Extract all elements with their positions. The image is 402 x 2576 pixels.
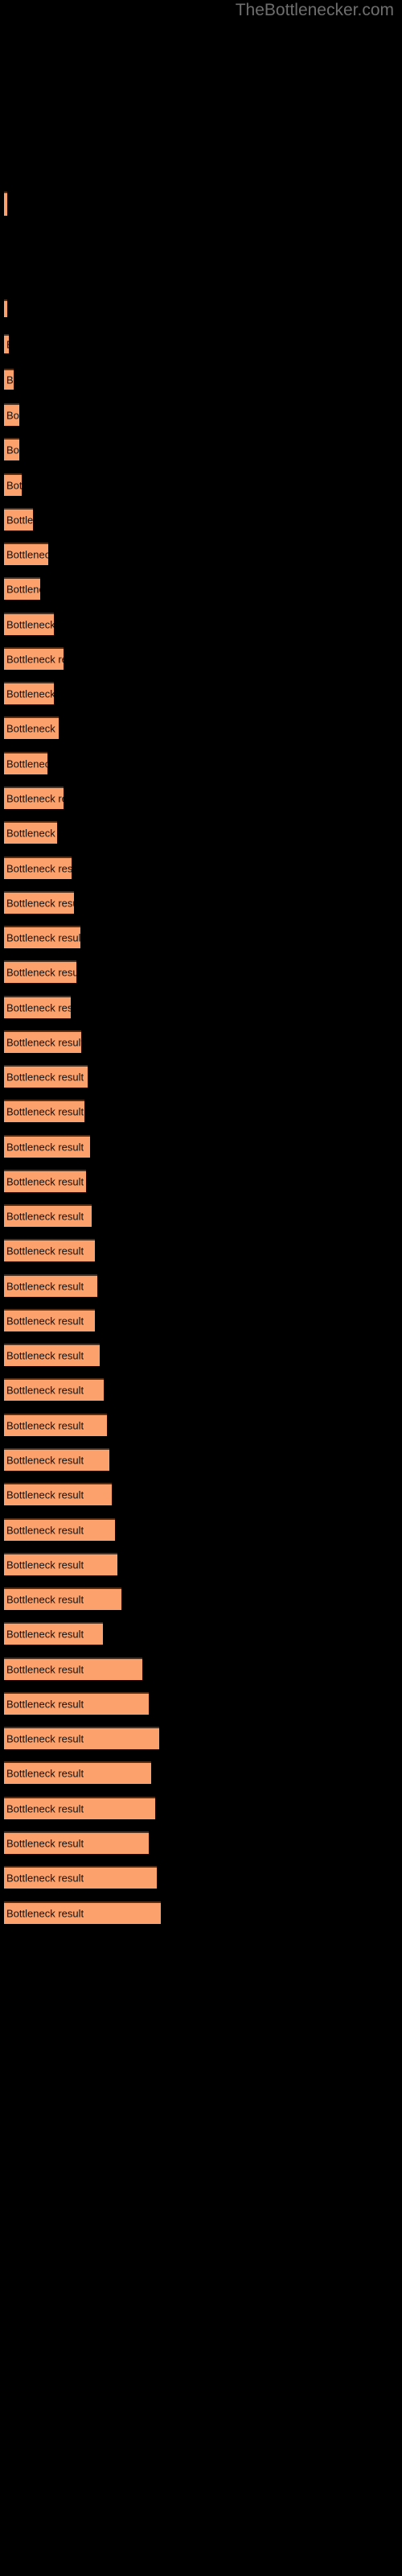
horizontal-bar-chart: Bottleneck result Bottleneck result Bottle…	[0, 0, 402, 2576]
bar-label: Bottleneck result	[6, 1001, 71, 1014]
bar-26[interactable]: Bottleneck result	[4, 1135, 90, 1158]
bar-label: Bottleneck result	[6, 1280, 84, 1293]
bar-1[interactable]: Bottleneck result	[4, 192, 7, 216]
bar-5[interactable]: Bottleneck result	[4, 403, 19, 426]
bar-label: Bottleneck result	[6, 687, 54, 700]
bar-label: Bottleneck result	[6, 1767, 84, 1780]
bar-48[interactable]: Bottleneck result	[4, 1901, 161, 1924]
bar-43[interactable]: Bottleneck result	[4, 1727, 159, 1749]
bar-label: Bottleneck result	[6, 583, 40, 596]
bar-2[interactable]: Bottleneck result	[4, 299, 7, 317]
bar-label: Bottleneck result	[6, 374, 14, 386]
bar-label: Bottleneck result	[6, 792, 64, 805]
bar-label: Bottleneck result	[6, 1384, 84, 1397]
bar-label: Bottleneck result	[6, 1105, 84, 1118]
bar-12[interactable]: Bottleneck result	[4, 647, 64, 670]
bar-label: Bottleneck result	[6, 339, 9, 351]
bar-label: Bottleneck result	[6, 862, 72, 875]
bar-label: Bottleneck result	[6, 1071, 84, 1084]
bar-label: Bottleneck result	[6, 199, 7, 211]
bar-22[interactable]: Bottleneck result	[4, 996, 71, 1018]
bar-label: Bottleneck result	[6, 1837, 84, 1850]
bar-label: Bottleneck result	[6, 1210, 84, 1223]
bar-17[interactable]: Bottleneck result	[4, 821, 57, 844]
bar-label: Bottleneck result	[6, 1175, 84, 1188]
bar-label: Bottleneck result	[6, 758, 47, 770]
bar-label: Bottleneck result	[6, 1315, 84, 1327]
bar-30[interactable]: Bottleneck result	[4, 1274, 97, 1297]
bar-23[interactable]: Bottleneck result	[4, 1030, 81, 1053]
bar-41[interactable]: Bottleneck result	[4, 1657, 142, 1680]
bar-47[interactable]: Bottleneck result	[4, 1866, 157, 1889]
bar-label: Bottleneck result	[6, 479, 22, 492]
bar-29[interactable]: Bottleneck result	[4, 1239, 95, 1261]
bar-25[interactable]: Bottleneck result	[4, 1100, 84, 1122]
bar-20[interactable]: Bottleneck result	[4, 926, 80, 948]
bar-19[interactable]: Bottleneck result	[4, 891, 74, 914]
bar-42[interactable]: Bottleneck result	[4, 1692, 149, 1715]
bar-label: Bottleneck result	[6, 1245, 84, 1257]
bar-label: Bottleneck result	[6, 1732, 84, 1745]
bar-13[interactable]: Bottleneck result	[4, 682, 54, 704]
bar-label: Bottleneck result	[6, 931, 80, 944]
bar-33[interactable]: Bottleneck result	[4, 1378, 104, 1401]
bar-label: Bottleneck result	[6, 1558, 84, 1571]
bar-label: Bottleneck result	[6, 1593, 84, 1606]
bar-45[interactable]: Bottleneck result	[4, 1797, 155, 1819]
bar-10[interactable]: Bottleneck result	[4, 577, 40, 600]
bar-label: Bottleneck result	[6, 548, 48, 561]
bar-label: Bottleneck result	[6, 1454, 84, 1467]
bar-3[interactable]: Bottleneck result	[4, 334, 9, 353]
bottleneck-chart-page: TheBottlenecker.com Bottleneck resultBot…	[0, 0, 402, 2576]
bar-27[interactable]: Bottleneck result	[4, 1170, 86, 1192]
bar-6[interactable]: Bottleneck result	[4, 438, 19, 460]
bar-label: Bottleneck result	[6, 1488, 84, 1501]
bar-35[interactable]: Bottleneck result	[4, 1448, 109, 1471]
bar-label: Bottleneck result	[6, 653, 64, 666]
bar-label: Bottleneck result	[6, 303, 7, 316]
bar-label: Bottleneck result	[6, 827, 57, 840]
bar-label: Bottleneck result	[6, 1524, 84, 1537]
bar-18[interactable]: Bottleneck result	[4, 857, 72, 879]
bar-9[interactable]: Bottleneck result	[4, 543, 48, 565]
bar-38[interactable]: Bottleneck result	[4, 1553, 117, 1575]
bar-11[interactable]: Bottleneck result	[4, 613, 54, 635]
bar-label: Bottleneck result	[6, 1802, 84, 1815]
bar-label: Bottleneck result	[6, 514, 33, 526]
bar-label: Bottleneck result	[6, 897, 74, 910]
bar-46[interactable]: Bottleneck result	[4, 1831, 149, 1854]
bar-14[interactable]: Bottleneck result	[4, 716, 59, 739]
bar-label: Bottleneck result	[6, 1698, 84, 1711]
bar-label: Bottleneck result	[6, 1036, 81, 1049]
bar-40[interactable]: Bottleneck result	[4, 1622, 103, 1645]
bar-39[interactable]: Bottleneck result	[4, 1587, 121, 1610]
bar-36[interactable]: Bottleneck result	[4, 1483, 112, 1505]
bar-16[interactable]: Bottleneck result	[4, 786, 64, 809]
bar-7[interactable]: Bottleneck result	[4, 473, 22, 496]
bar-44[interactable]: Bottleneck result	[4, 1761, 151, 1784]
bar-label: Bottleneck result	[6, 1419, 84, 1432]
bar-8[interactable]: Bottleneck result	[4, 508, 33, 530]
bar-31[interactable]: Bottleneck result	[4, 1309, 95, 1331]
bar-label: Bottleneck result	[6, 1628, 84, 1641]
bar-32[interactable]: Bottleneck result	[4, 1344, 100, 1366]
bar-label: Bottleneck result	[6, 966, 76, 979]
bar-label: Bottleneck result	[6, 444, 19, 456]
bar-label: Bottleneck result	[6, 1907, 84, 1920]
bar-label: Bottleneck result	[6, 1141, 84, 1154]
bar-34[interactable]: Bottleneck result	[4, 1414, 107, 1436]
bar-label: Bottleneck result	[6, 1663, 84, 1676]
bar-15[interactable]: Bottleneck result	[4, 752, 47, 774]
bar-21[interactable]: Bottleneck result	[4, 960, 76, 983]
bar-label: Bottleneck result	[6, 1872, 84, 1885]
bar-label: Bottleneck result	[6, 409, 19, 422]
bar-4[interactable]: Bottleneck result	[4, 369, 14, 390]
bar-24[interactable]: Bottleneck result	[4, 1065, 88, 1088]
bar-28[interactable]: Bottleneck result	[4, 1204, 92, 1227]
bar-label: Bottleneck result	[6, 618, 54, 631]
bar-label: Bottleneck result	[6, 722, 59, 735]
bar-label: Bottleneck result	[6, 1349, 84, 1362]
bar-37[interactable]: Bottleneck result	[4, 1518, 115, 1541]
